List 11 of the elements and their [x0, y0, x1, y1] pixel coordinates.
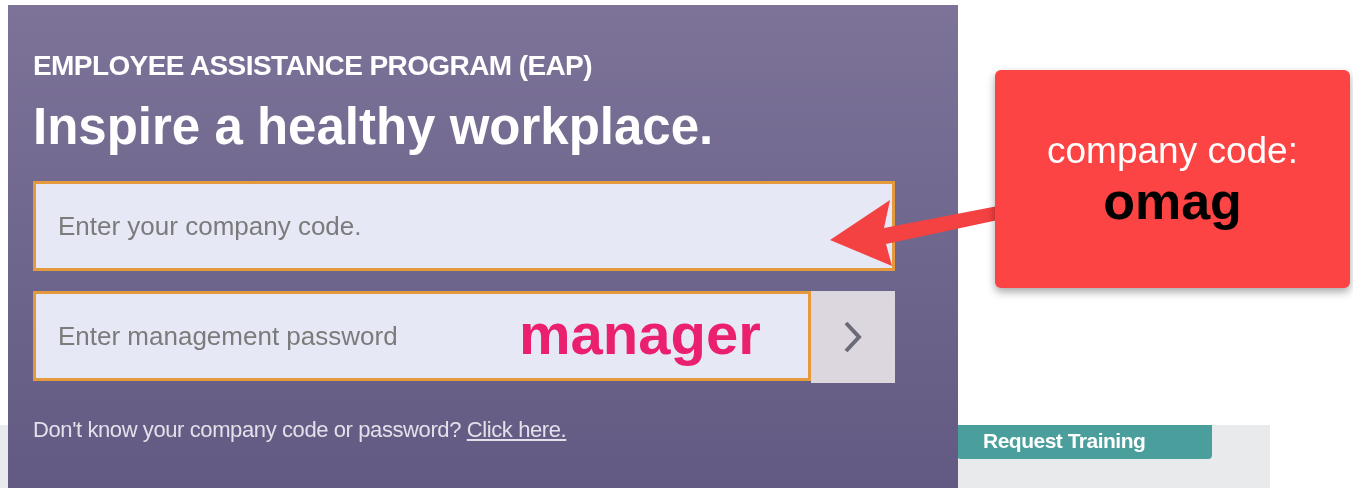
submit-button[interactable]	[811, 291, 895, 383]
program-label: EMPLOYEE ASSISTANCE PROGRAM (EAP)	[33, 49, 593, 83]
callout-label: company code:	[1047, 130, 1298, 172]
password-annotation: manager	[519, 300, 761, 368]
callout-value: omag	[1103, 172, 1242, 230]
help-text: Don't know your company code or password? Click here.	[33, 417, 568, 443]
headline: Inspire a healthy workplace.	[33, 97, 715, 157]
help-link[interactable]: Click here.	[466, 417, 567, 442]
request-training-button[interactable]: Request Training	[957, 425, 1212, 459]
company-code-field[interactable]: Enter your company code.	[33, 181, 895, 271]
chevron-right-icon	[843, 320, 863, 354]
